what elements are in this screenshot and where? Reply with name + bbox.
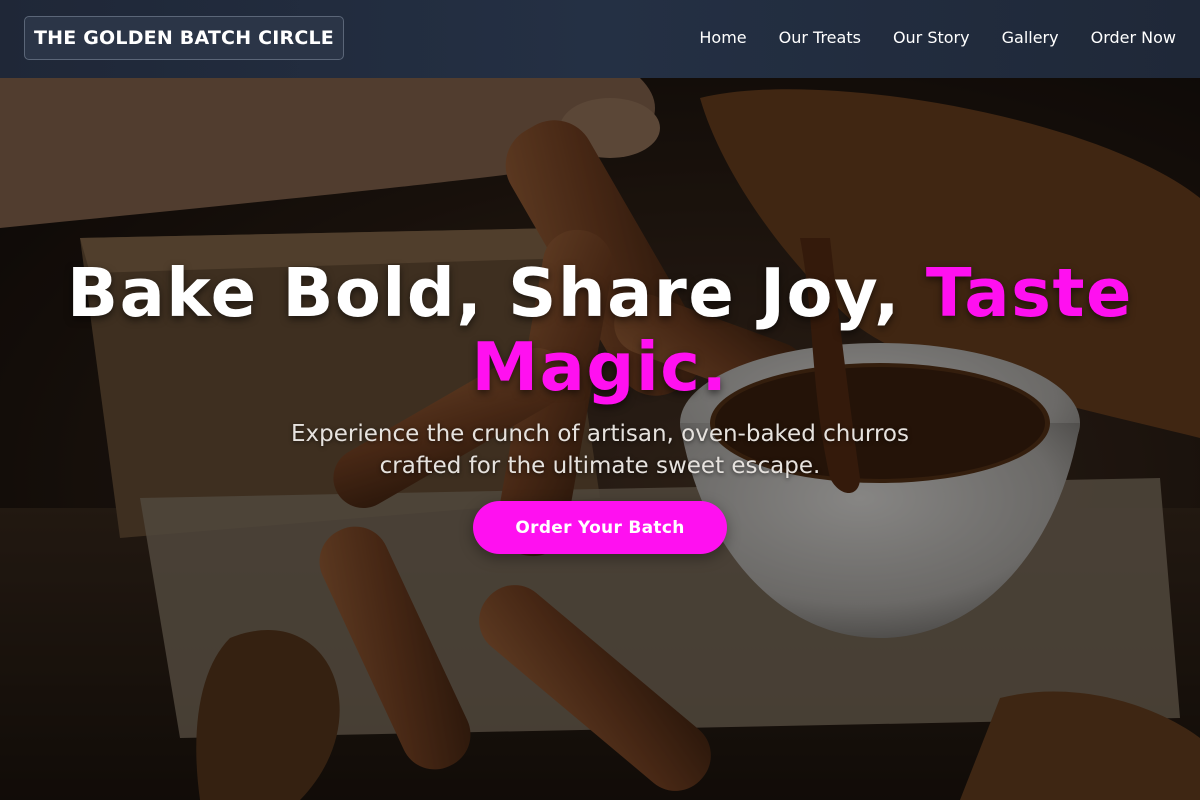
- nav-link-our-story[interactable]: Our Story: [893, 27, 970, 49]
- order-your-batch-button[interactable]: Order Your Batch: [473, 501, 727, 554]
- main-nav: Home Our Treats Our Story Gallery Order …: [667, 27, 1176, 49]
- hero-headline: Bake Bold, Share Joy, Taste Magic.: [40, 256, 1160, 404]
- nav-link-gallery[interactable]: Gallery: [1002, 27, 1059, 49]
- hero-content: Bake Bold, Share Joy, Taste Magic. Exper…: [0, 78, 1200, 800]
- nav-link-order-now[interactable]: Order Now: [1091, 27, 1176, 49]
- landing-page: THE GOLDEN BATCH CIRCLE Home Our Treats …: [0, 0, 1200, 800]
- site-header: THE GOLDEN BATCH CIRCLE Home Our Treats …: [0, 0, 1200, 78]
- brand-logo[interactable]: THE GOLDEN BATCH CIRCLE: [24, 16, 344, 60]
- headline-main-text: Bake Bold, Share Joy,: [67, 254, 926, 332]
- nav-link-home[interactable]: Home: [699, 27, 746, 49]
- hero-subtext: Experience the crunch of artisan, oven-b…: [291, 421, 909, 479]
- nav-link-our-treats[interactable]: Our Treats: [779, 27, 861, 49]
